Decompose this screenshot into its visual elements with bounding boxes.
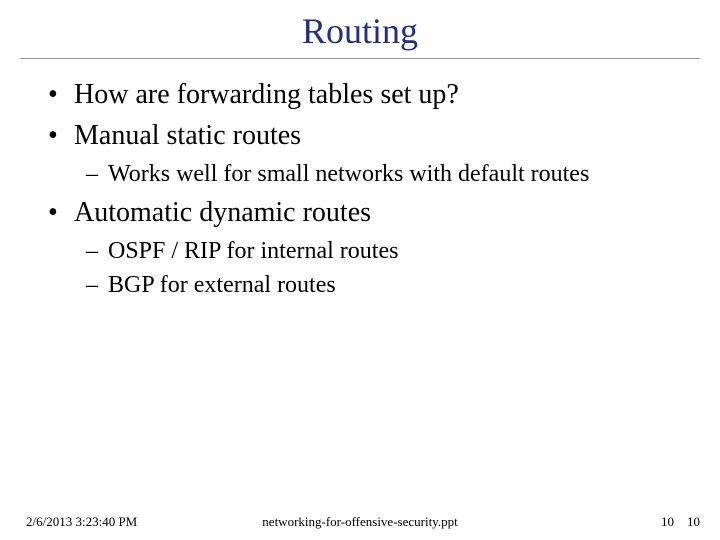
bullet-level2: BGP for external routes <box>78 270 680 300</box>
bullet-text: OSPF / RIP for internal routes <box>108 238 398 264</box>
bullet-text: Manual static routes <box>74 120 301 151</box>
footer-slide-number-dup: 10 <box>687 514 700 530</box>
bullet-text: Automatic dynamic routes <box>74 197 371 228</box>
title-underline <box>20 58 700 59</box>
bullet-text: Works well for small networks with defau… <box>108 161 589 187</box>
bullet-level1: Manual static routes <box>40 118 680 153</box>
content-area: How are forwarding tables set up? Manual… <box>0 77 720 300</box>
bullet-text: How are forwarding tables set up? <box>74 79 459 110</box>
bullet-level2: OSPF / RIP for internal routes <box>78 236 680 266</box>
bullet-level2: Works well for small networks with defau… <box>78 159 680 189</box>
slide-title: Routing <box>0 10 720 52</box>
bullet-level1: Automatic dynamic routes <box>40 195 680 230</box>
footer-filename: networking-for-offensive-security.ppt <box>0 514 720 530</box>
slide: Routing How are forwarding tables set up… <box>0 10 720 540</box>
bullet-text: BGP for external routes <box>108 272 336 298</box>
bullet-level1: How are forwarding tables set up? <box>40 77 680 112</box>
footer-slide-number: 10 <box>661 514 674 530</box>
